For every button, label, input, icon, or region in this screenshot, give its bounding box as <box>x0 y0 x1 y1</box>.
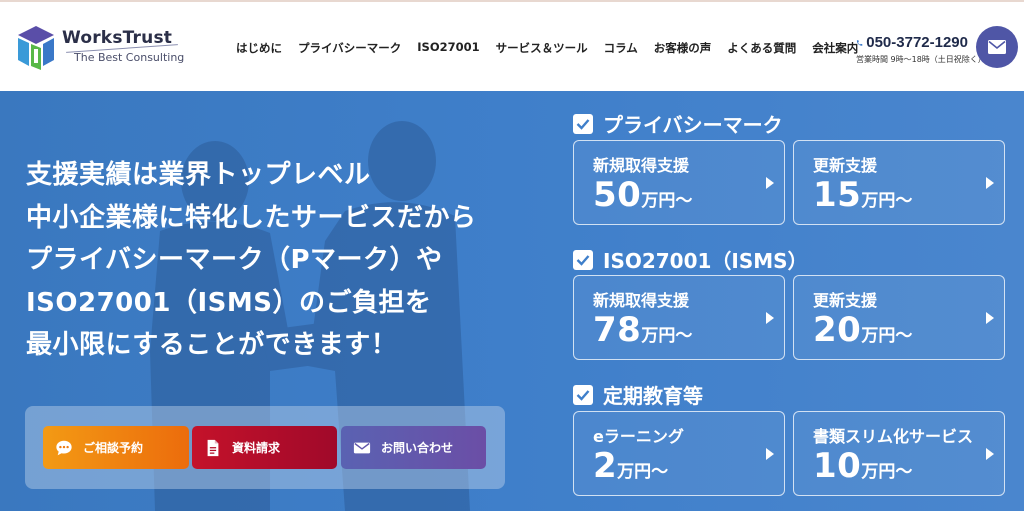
chevron-right-icon <box>986 448 994 460</box>
headline-line-1: 支援実績は業界トップレベル <box>26 160 371 190</box>
price-number: 2 <box>593 446 618 486</box>
price-unit: 万円～ <box>861 462 913 482</box>
section-title: プライバシーマーク <box>603 113 783 137</box>
price-card-pmark-new[interactable]: 新規取得支援 50万円～ <box>573 140 785 225</box>
checkbox-icon <box>573 113 593 134</box>
price-number: 10 <box>813 446 862 486</box>
logo-mark-icon <box>18 26 54 70</box>
phone-number: 050-3772-1290 <box>866 34 968 51</box>
pricing-section-iso27001: ISO27001（ISMS） <box>573 245 808 274</box>
mail-button[interactable] <box>976 26 1018 68</box>
nav-item-faq[interactable]: よくある質問 <box>727 40 796 56</box>
cta-label: お問い合わせ <box>381 441 454 455</box>
price-card-iso-renewal[interactable]: 更新支援 20万円～ <box>793 275 1005 360</box>
price-number: 15 <box>813 175 862 215</box>
brand-tagline: The Best Consulting <box>74 51 185 64</box>
price-card-pmark-renewal[interactable]: 更新支援 15万円～ <box>793 140 1005 225</box>
card-price: 15万円～ <box>813 175 912 215</box>
card-price: 20万円～ <box>813 310 912 350</box>
price-card-document-slim[interactable]: 書類スリム化サービス 10万円～ <box>793 411 1005 496</box>
request-documents-button[interactable]: 資料請求 <box>192 426 337 469</box>
chat-icon <box>56 440 72 455</box>
price-number: 50 <box>593 175 642 215</box>
business-hours: 営業時間 9時～18時（土日祝除く） <box>856 55 986 64</box>
headline-line-5: 最小限にすることができます！ <box>26 330 398 360</box>
chevron-right-icon <box>766 312 774 324</box>
card-price: 78万円～ <box>593 310 692 350</box>
price-unit: 万円～ <box>641 326 693 346</box>
nav-item-column[interactable]: コラム <box>604 40 638 56</box>
nav-item-intro[interactable]: はじめに <box>236 40 282 56</box>
chevron-right-icon <box>766 177 774 189</box>
pricing-section-training: 定期教育等 <box>573 380 703 409</box>
cta-label: ご相談予約 <box>83 441 144 455</box>
headline-line-4: ISO27001（ISMS）のご負担を <box>26 287 432 318</box>
hero-headline: 支援実績は業界トップレベル 中小企業様に特化したサービスだから プライバシーマー… <box>26 154 546 367</box>
main-nav: はじめに プライバシーマーク ISO27001 サービス＆ツール コラム お客様… <box>236 40 874 56</box>
chevron-right-icon <box>986 312 994 324</box>
card-title: 更新支援 <box>813 291 878 310</box>
card-title: 書類スリム化サービス <box>813 427 974 446</box>
card-title: eラーニング <box>593 427 684 446</box>
mail-icon <box>353 442 371 453</box>
price-unit: 万円～ <box>861 326 913 346</box>
logo[interactable]: WorksTrust The Best Consulting <box>16 24 186 72</box>
hero-section: 支援実績は業界トップレベル 中小企業様に特化したサービスだから プライバシーマー… <box>0 91 1024 511</box>
card-price: 50万円～ <box>593 175 692 215</box>
headline-line-2: 中小企業様に特化したサービスだから <box>26 202 477 233</box>
inquiry-button[interactable]: お問い合わせ <box>341 426 486 469</box>
nav-item-iso27001[interactable]: ISO27001 <box>417 40 479 56</box>
mail-icon <box>988 40 1006 54</box>
section-title: ISO27001（ISMS） <box>603 249 808 273</box>
site-header: WorksTrust The Best Consulting はじめに プライバ… <box>0 0 1024 91</box>
price-number: 20 <box>813 310 862 350</box>
pricing-section-privacy-mark: プライバシーマーク <box>573 109 783 138</box>
cta-label: 資料請求 <box>232 441 281 455</box>
cta-panel: ご相談予約 資料請求 お問い合わせ <box>25 406 505 489</box>
section-title: 定期教育等 <box>603 384 703 408</box>
card-price: 10万円～ <box>813 446 912 486</box>
nav-item-privacy-mark[interactable]: プライバシーマーク <box>298 40 401 56</box>
price-unit: 万円～ <box>861 191 913 211</box>
card-title: 新規取得支援 <box>593 291 690 310</box>
price-number: 78 <box>593 310 642 350</box>
nav-item-services[interactable]: サービス＆ツール <box>496 40 588 56</box>
nav-item-voices[interactable]: お客様の声 <box>654 40 712 56</box>
card-title: 新規取得支援 <box>593 156 690 175</box>
card-title: 更新支援 <box>813 156 878 175</box>
phone-contact[interactable]: 050-3772-1290 営業時間 9時～18時（土日祝除く） <box>856 34 986 65</box>
checkbox-icon <box>573 249 593 270</box>
document-icon <box>207 439 219 456</box>
card-price: 2万円～ <box>593 446 668 486</box>
nav-item-company[interactable]: 会社案内 <box>812 40 858 56</box>
price-unit: 万円～ <box>641 191 693 211</box>
headline-line-3: プライバシーマーク（Pマーク）や <box>26 245 443 275</box>
checkbox-icon <box>573 384 593 405</box>
price-unit: 万円～ <box>617 462 669 482</box>
price-card-elearning[interactable]: eラーニング 2万円～ <box>573 411 785 496</box>
chevron-right-icon <box>766 448 774 460</box>
price-card-iso-new[interactable]: 新規取得支援 78万円～ <box>573 275 785 360</box>
consultation-booking-button[interactable]: ご相談予約 <box>43 426 189 469</box>
chevron-right-icon <box>986 177 994 189</box>
phone-icon <box>856 39 863 46</box>
